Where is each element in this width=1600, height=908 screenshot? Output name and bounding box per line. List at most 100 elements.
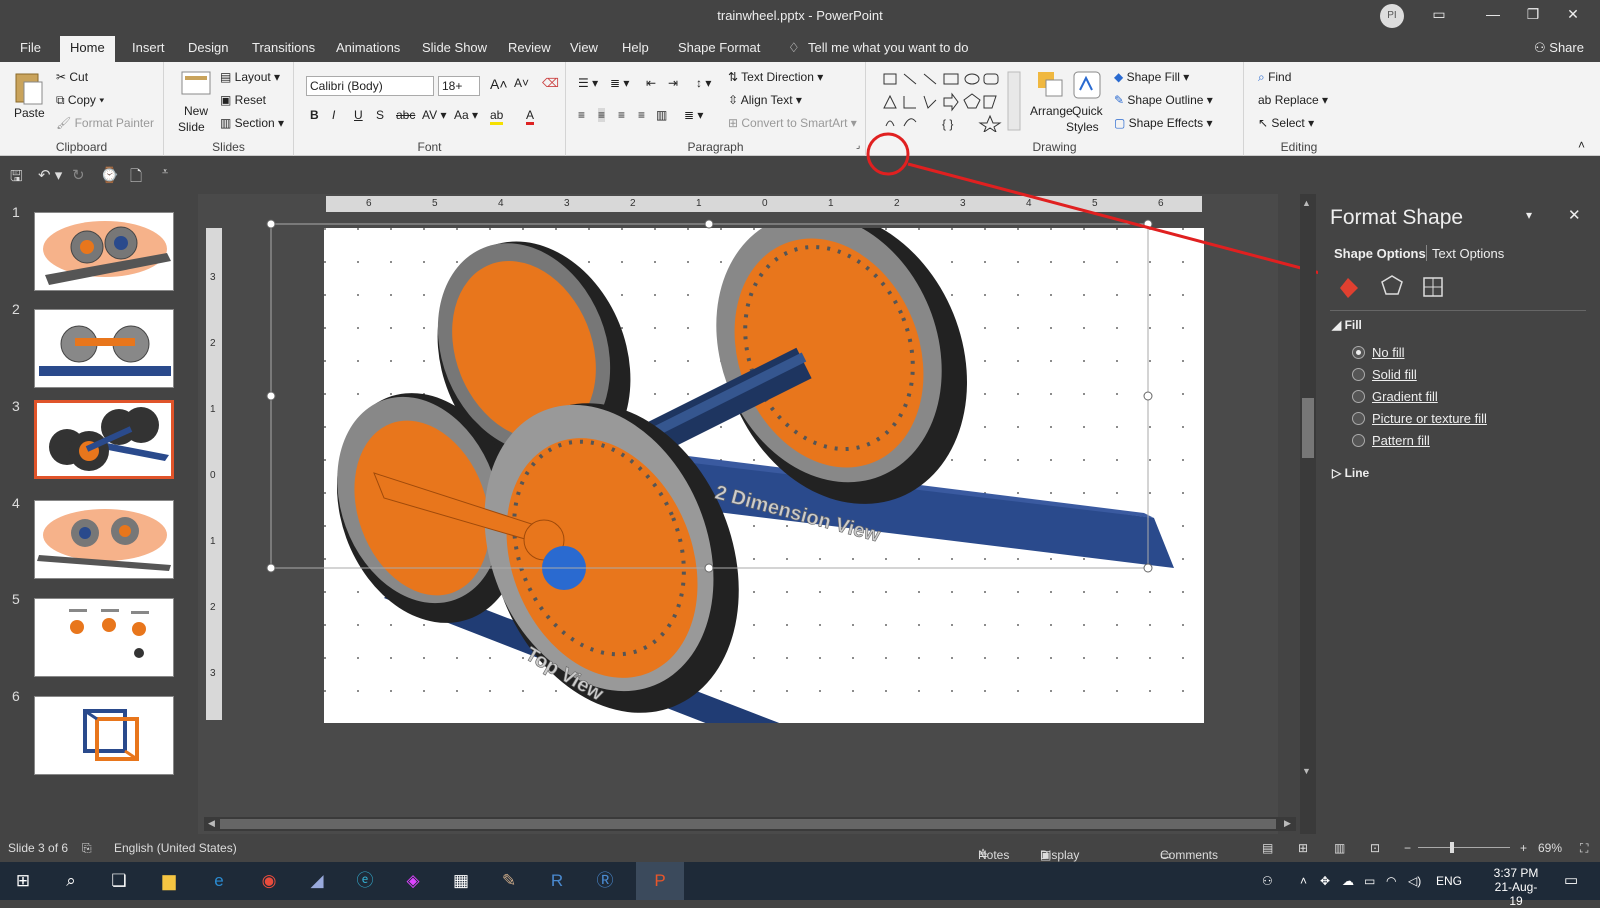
layout-button[interactable]: ▤ Layout ▾	[220, 70, 280, 84]
paste-button[interactable]: Paste	[14, 106, 45, 120]
new-file-icon[interactable]: 🗋	[130, 166, 142, 191]
tray-expand-icon[interactable]: ˄	[1300, 874, 1307, 888]
zoom-slider-thumb[interactable]	[1450, 842, 1454, 853]
justify-icon[interactable]: ≡	[638, 108, 645, 122]
onedrive-icon[interactable]: ☁	[1342, 874, 1354, 888]
vertical-scrollbar[interactable]: ▲ ▼	[1300, 194, 1316, 834]
clock[interactable]: 3:37 PM 21-Aug-19	[1488, 866, 1544, 908]
zoom-out-icon[interactable]: −	[1404, 841, 1411, 855]
column-options-icon[interactable]: ≣ ▾	[684, 108, 703, 122]
shape-effects-button[interactable]: ▢ Shape Effects ▾	[1114, 116, 1213, 130]
restore-icon[interactable]: ❐	[1518, 6, 1548, 26]
shape-outline-button[interactable]: ✎ Shape Outline ▾	[1114, 93, 1213, 107]
maps-icon[interactable]: ◈	[400, 869, 426, 893]
bold-icon[interactable]: B	[310, 108, 319, 122]
section-button[interactable]: ▥ Section ▾	[220, 116, 284, 130]
spell-check-icon[interactable]: ⎘	[82, 841, 92, 856]
zoom-slider-track[interactable]	[1418, 847, 1510, 848]
shapes-gallery[interactable]: { }	[880, 70, 1030, 132]
paint-icon[interactable]: ✎	[496, 869, 522, 893]
windows-start-icon[interactable]: ⊞	[10, 869, 36, 893]
option-gradient-fill[interactable]: Gradient fill	[1372, 389, 1438, 404]
highlight-icon[interactable]: ab	[490, 108, 504, 125]
scroll-up-icon[interactable]: ▲	[1302, 198, 1314, 210]
zoom-in-icon[interactable]: +	[1520, 841, 1527, 855]
fill-section-header[interactable]: ◢ Fill	[1332, 318, 1362, 332]
decrease-indent-icon[interactable]: ⇤	[646, 76, 656, 90]
minimize-icon[interactable]: —	[1478, 6, 1508, 26]
slideshow-view-icon[interactable]: ⊡	[1370, 841, 1380, 855]
align-left-icon[interactable]: ≡	[578, 108, 585, 122]
share-button[interactable]: ⚇ Share	[1524, 36, 1594, 62]
tab-design[interactable]: Design	[178, 36, 238, 62]
input-language[interactable]: ENG	[1436, 874, 1462, 888]
line-spacing-icon[interactable]: ↕ ▾	[696, 76, 711, 90]
format-painter-button[interactable]: 🖌 Format Painter	[56, 116, 154, 130]
calculator-icon[interactable]: ▦	[448, 869, 474, 893]
close-icon[interactable]: ✕	[1558, 6, 1588, 26]
edge-icon[interactable]: e	[206, 869, 232, 893]
pane-close-icon[interactable]: ✕	[1568, 206, 1581, 224]
hscroll-thumb[interactable]	[220, 819, 1276, 829]
clear-format-icon[interactable]: ⌫	[542, 76, 559, 90]
save-icon[interactable]: 🖫	[10, 166, 23, 191]
font-color-icon[interactable]: A	[526, 108, 535, 125]
rstudio-icon[interactable]: Ⓡ	[592, 869, 618, 893]
strikethrough-icon[interactable]: abc	[396, 108, 415, 122]
ribbon-display-icon[interactable]: ▭	[1424, 6, 1454, 26]
scroll-right-icon[interactable]: ▶	[1284, 818, 1291, 829]
copy-button[interactable]: ⧉ Copy ▾	[56, 93, 104, 108]
slide-thumbnail-2[interactable]	[34, 309, 174, 388]
shadow-icon[interactable]: S	[376, 108, 384, 122]
redo-icon[interactable]: ↻	[72, 166, 85, 184]
slide-thumbnail-6[interactable]	[34, 696, 174, 775]
slide-canvas[interactable]: 2 Dimension View Top View	[324, 212, 1204, 808]
change-case-icon[interactable]: Aa ▾	[454, 108, 478, 122]
wifi-icon[interactable]: ◠	[1386, 874, 1396, 888]
char-spacing-icon[interactable]: AV ▾	[422, 108, 446, 122]
arrange-button[interactable]: Arrange	[1030, 104, 1073, 118]
option-pattern-fill[interactable]: Pattern fill	[1372, 433, 1430, 448]
notifications-icon[interactable]: ▭	[1564, 871, 1578, 889]
tell-me-input[interactable]: Tell me what you want to do	[798, 36, 978, 62]
radio-solid-fill[interactable]	[1352, 368, 1365, 381]
undo-icon[interactable]: ↶ ▾	[38, 166, 62, 184]
quick-styles-icon[interactable]	[1072, 70, 1102, 100]
new-slide-label2[interactable]: Slide	[178, 120, 205, 134]
battery-icon[interactable]: ▭	[1364, 874, 1375, 888]
slide-sorter-icon[interactable]: ⊞	[1298, 841, 1308, 855]
bullets-icon[interactable]: ☰ ▾	[578, 76, 598, 90]
search-taskbar-icon[interactable]: ⌕	[58, 869, 84, 893]
scroll-down-icon[interactable]: ▼	[1302, 766, 1311, 776]
increase-indent-icon[interactable]: ⇥	[668, 76, 678, 90]
horizontal-scrollbar[interactable]: ◀ ▶	[204, 817, 1296, 831]
tab-transitions[interactable]: Transitions	[242, 36, 325, 62]
shape-fill-button[interactable]: ◆ Shape Fill ▾	[1114, 70, 1189, 84]
reset-button[interactable]: ▣ Reset	[220, 93, 266, 107]
file-explorer-icon[interactable]: ▆	[156, 869, 182, 893]
option-solid-fill[interactable]: Solid fill	[1372, 367, 1417, 382]
train-wheel-illustration[interactable]: 2 Dimension View Top View	[324, 212, 1204, 808]
scroll-left-icon[interactable]: ◀	[208, 818, 215, 829]
grow-font-icon[interactable]: A˄	[490, 76, 508, 92]
tab-help[interactable]: Help	[612, 36, 659, 62]
tab-file[interactable]: File	[10, 36, 51, 62]
tab-shape-options[interactable]: Shape Options	[1334, 246, 1426, 261]
dropbox-icon[interactable]: ✥	[1320, 874, 1330, 888]
powerpoint-taskbar-icon[interactable]: P	[636, 862, 684, 900]
text-direction-button[interactable]: ⇅ Text Direction ▾	[728, 70, 823, 84]
columns-icon[interactable]: ▥	[656, 108, 667, 122]
radio-no-fill[interactable]	[1352, 346, 1365, 359]
zoom-level[interactable]: 69%	[1538, 841, 1562, 855]
select-button[interactable]: ↖ Select ▾	[1258, 116, 1314, 130]
language-indicator[interactable]: English (United States)	[114, 841, 237, 855]
slide-thumbnail-3[interactable]	[34, 400, 174, 479]
task-view-icon[interactable]: ❏	[106, 869, 132, 893]
cut-button[interactable]: ✂ Cut	[56, 70, 88, 84]
avatar[interactable]: PI	[1380, 4, 1404, 28]
slide-thumbnail-1[interactable]	[34, 212, 174, 291]
tab-text-options[interactable]: Text Options	[1432, 246, 1504, 261]
chrome-icon[interactable]: ◉	[256, 869, 282, 893]
quick-styles-label2[interactable]: Styles	[1066, 120, 1099, 134]
paste-icon[interactable]	[12, 70, 44, 106]
